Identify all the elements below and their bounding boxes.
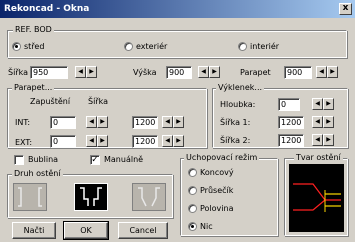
vyska-label: Výška: [133, 68, 157, 77]
title-bar[interactable]: Rekoncad - Okna x: [0, 0, 355, 18]
parapet-group-legend: Parapet...: [12, 83, 55, 92]
int-label: INT:: [15, 118, 31, 127]
sirka2-label: Šířka 2:: [220, 136, 251, 145]
osteni-stepped-icon: [80, 187, 102, 206]
vyska-spinner[interactable]: ◀ ▶: [198, 66, 220, 78]
radio-stred[interactable]: [12, 42, 21, 51]
int-zapusteni-spinner[interactable]: ◀ ▶: [86, 116, 108, 128]
spin-left-icon[interactable]: ◀: [162, 116, 173, 128]
radio-stred-label[interactable]: střed: [24, 42, 44, 52]
radio-exterier[interactable]: [124, 42, 133, 51]
radio-nic-label[interactable]: Nic: [200, 222, 213, 232]
bublina-label[interactable]: Bublina: [28, 155, 58, 165]
ref-bod-group: [7, 30, 347, 58]
spin-right-icon[interactable]: ▶: [173, 116, 184, 128]
spin-right-icon[interactable]: ▶: [97, 116, 108, 128]
col-sirka: Šířka: [88, 97, 108, 106]
spin-right-icon[interactable]: ▶: [323, 98, 334, 110]
spin-right-icon[interactable]: ▶: [86, 66, 97, 78]
radio-nic[interactable]: [188, 222, 197, 231]
vyklenek-legend: Výklenek...: [216, 83, 265, 92]
spin-right-icon[interactable]: ▶: [323, 116, 334, 128]
close-button[interactable]: x: [339, 3, 352, 15]
osteni-type-plain[interactable]: [13, 183, 47, 211]
spin-right-icon[interactable]: ▶: [209, 66, 220, 78]
spin-left-icon[interactable]: ◀: [86, 116, 97, 128]
sirka-label: Šířka: [8, 68, 28, 77]
ext-label: EXT:: [15, 138, 33, 147]
dialog-window: Rekoncad - Okna x REF. BOD střed exterié…: [0, 0, 355, 242]
hloubka-label: Hloubka:: [220, 100, 256, 109]
osteni-angled-icon: [138, 187, 160, 207]
col-zapusteni: Zapuštění: [30, 97, 71, 106]
radio-koncovy-label[interactable]: Koncový: [200, 168, 234, 178]
spin-left-icon[interactable]: ◀: [312, 98, 323, 110]
manualne-label[interactable]: Manuálně: [104, 155, 143, 165]
tvar-osteni-legend: Tvar ostění: [294, 153, 343, 162]
cancel-button[interactable]: Cancel: [118, 222, 168, 239]
spin-left-icon[interactable]: ◀: [86, 135, 97, 147]
spin-left-icon[interactable]: ◀: [162, 135, 173, 147]
ext-zapusteni-input[interactable]: 0: [50, 135, 76, 148]
sirka-spinner[interactable]: ◀ ▶: [75, 66, 97, 78]
ext-sirka-input[interactable]: 1200: [132, 135, 158, 148]
osteni-plain-icon: [18, 187, 42, 207]
spin-left-icon[interactable]: ◀: [316, 66, 327, 78]
bublina-checkbox[interactable]: [14, 155, 24, 165]
osteni-type-angled[interactable]: [132, 183, 166, 211]
window-title: Rekoncad - Okna: [4, 4, 90, 14]
ext-zapusteni-spinner[interactable]: ◀ ▶: [86, 135, 108, 147]
manualne-checkbox[interactable]: ✓: [90, 155, 100, 165]
spin-right-icon[interactable]: ▶: [97, 135, 108, 147]
spin-left-icon[interactable]: ◀: [75, 66, 86, 78]
sirka2-spinner[interactable]: ◀ ▶: [312, 134, 334, 146]
sirka1-label: Šířka 1:: [220, 118, 251, 127]
spin-right-icon[interactable]: ▶: [323, 134, 334, 146]
sirka2-input[interactable]: 1200: [278, 134, 304, 147]
spin-left-icon[interactable]: ◀: [312, 134, 323, 146]
sirka1-spinner[interactable]: ◀ ▶: [312, 116, 334, 128]
spin-right-icon[interactable]: ▶: [173, 135, 184, 147]
spin-left-icon[interactable]: ◀: [312, 116, 323, 128]
uchopovaci-legend: Uchopovací režim: [184, 153, 260, 162]
sirka-input[interactable]: 950: [30, 66, 68, 79]
tvar-osteni-preview: [289, 164, 344, 232]
hloubka-spinner[interactable]: ◀ ▶: [312, 98, 334, 110]
int-sirka-input[interactable]: 1200: [132, 116, 158, 129]
spin-left-icon[interactable]: ◀: [198, 66, 209, 78]
vyska-input[interactable]: 900: [166, 66, 192, 79]
radio-polovina[interactable]: [188, 204, 197, 213]
nacti-button[interactable]: Načti: [12, 222, 56, 239]
parapet-input[interactable]: 900: [284, 66, 312, 79]
osteni-shape-preview-icon: [293, 183, 341, 212]
druh-osteni-legend: Druh ostění: [12, 169, 63, 178]
sirka1-input[interactable]: 1200: [278, 116, 304, 129]
radio-prusecik[interactable]: [188, 186, 197, 195]
parapet-label: Parapet: [240, 68, 271, 77]
osteni-type-stepped[interactable]: [74, 183, 108, 211]
radio-interier-label[interactable]: interiér: [250, 42, 279, 52]
ref-bod-legend: REF. BOD: [13, 25, 54, 34]
radio-prusecik-label[interactable]: Průsečík: [200, 186, 233, 196]
int-sirka-spinner[interactable]: ◀ ▶: [162, 116, 184, 128]
radio-polovina-label[interactable]: Polovina: [200, 204, 233, 214]
radio-exterier-label[interactable]: exteriér: [136, 42, 167, 52]
ext-sirka-spinner[interactable]: ◀ ▶: [162, 135, 184, 147]
parapet-spinner[interactable]: ◀ ▶: [316, 66, 338, 78]
spin-right-icon[interactable]: ▶: [327, 66, 338, 78]
hloubka-input[interactable]: 0: [278, 98, 300, 111]
radio-interier[interactable]: [238, 42, 247, 51]
radio-koncovy[interactable]: [188, 168, 197, 177]
int-zapusteni-input[interactable]: 0: [50, 116, 76, 129]
ok-button[interactable]: OK: [63, 221, 109, 240]
